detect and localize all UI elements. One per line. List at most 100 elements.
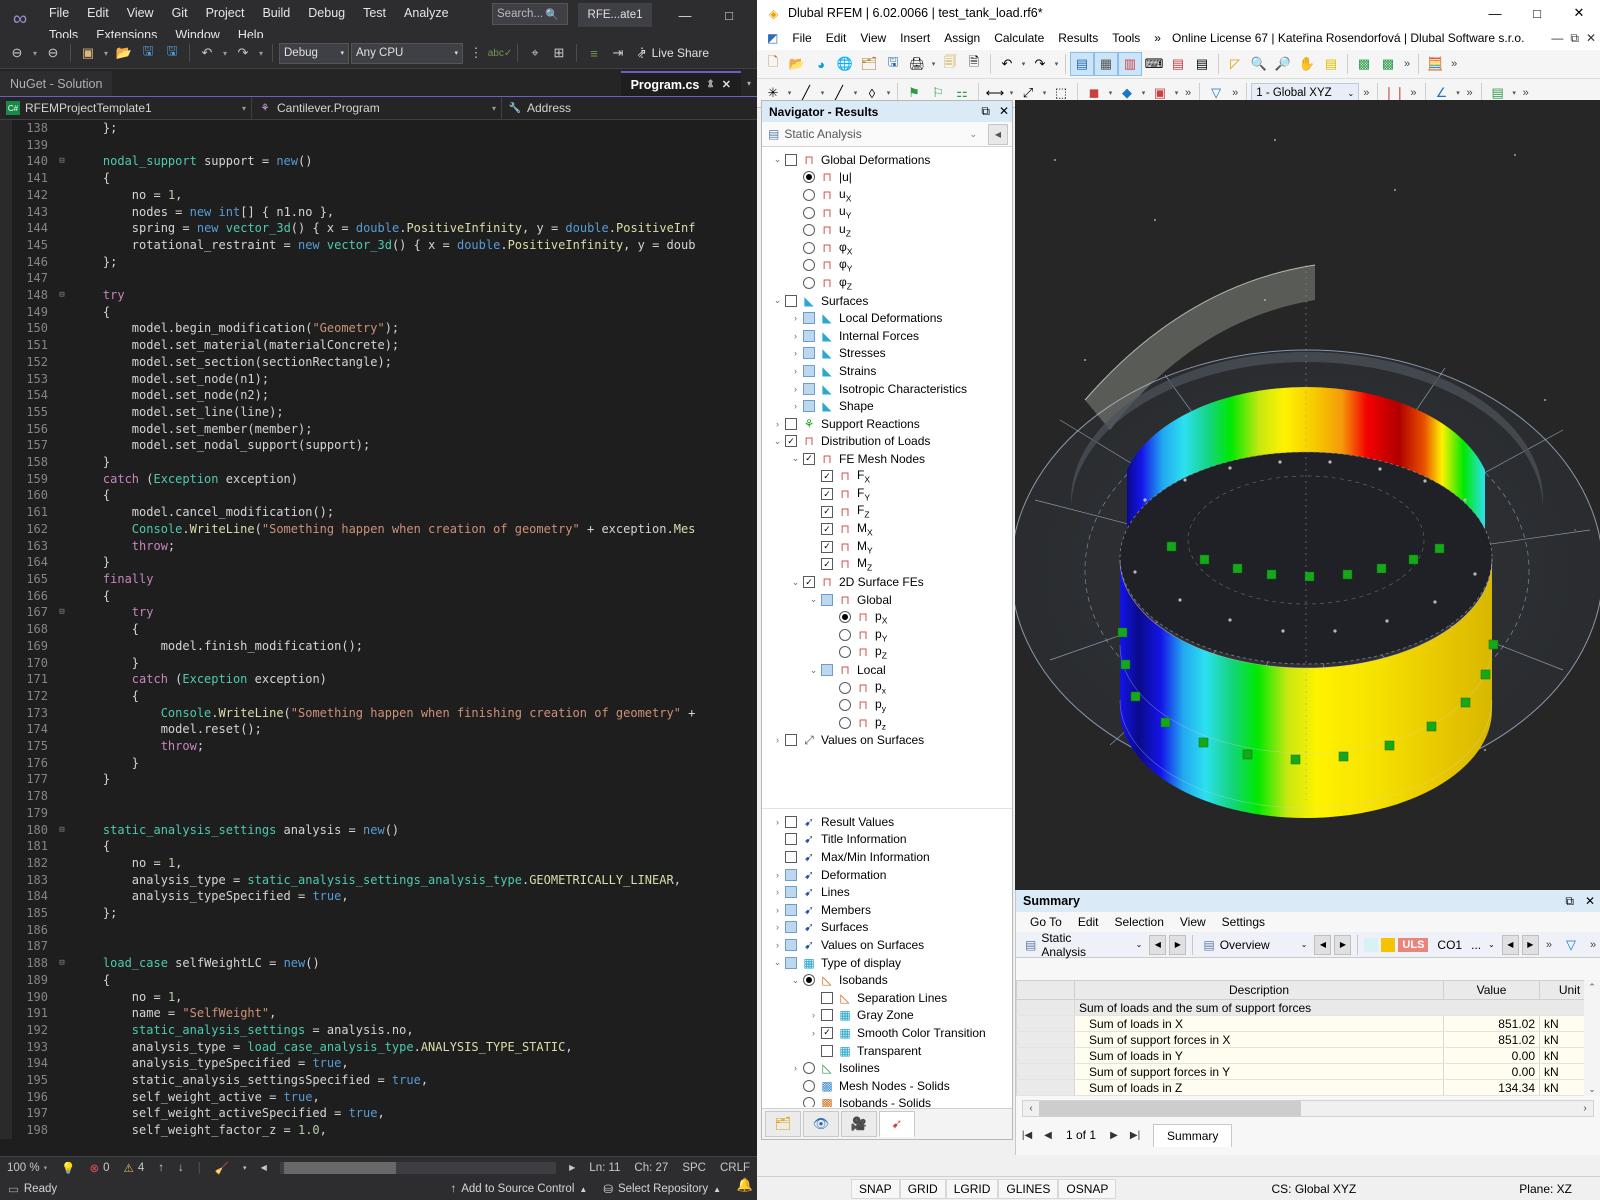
undo-dropdown-icon[interactable]: ▾ [1019,60,1028,68]
navigator-tab-display-icon[interactable]: 👁 [803,1111,839,1137]
summary-analysis-prev[interactable]: ◀ [1149,935,1166,955]
save-all-icon[interactable]: 🖫 [161,42,183,64]
tree-item[interactable]: ›➹Result Values [762,813,1012,831]
chevron-down-icon[interactable]: ⌄ [806,594,821,605]
table-row[interactable]: Sum of support forces in Z134.34kN [1017,1096,1600,1097]
toolbar-overflow-icon[interactable]: » [1447,58,1461,70]
back-dropdown-icon[interactable]: ▾ [30,49,40,58]
toolbar-overflow-icon[interactable]: » [1181,87,1195,99]
chevron-right-icon[interactable]: › [770,870,785,880]
navigator-tab-model-icon[interactable]: 🗂 [765,1111,801,1137]
radio-button[interactable] [803,259,815,271]
hscroll-right-arrow[interactable]: › [1577,1103,1593,1114]
summary-loadcase-next[interactable]: ▶ [1522,935,1539,955]
chevron-right-icon[interactable]: › [770,887,785,897]
rfem-close-button[interactable]: ✕ [1558,0,1600,26]
radio-button[interactable] [839,611,851,623]
code-text[interactable]: }; nodal_support support = new() { no = … [70,120,695,1139]
calculate-icon[interactable]: 🧮 [1423,52,1447,76]
chevron-right-icon[interactable]: › [770,419,785,429]
tree-item[interactable]: ›➹Deformation [762,866,1012,884]
select-element-icon[interactable]: ⌖ [524,42,546,64]
checkbox[interactable]: ✓ [821,1027,833,1039]
vs-project-chip[interactable]: RFE...ate1 [578,3,652,27]
summary-toolbar-overflow-icon[interactable]: » [1542,939,1556,951]
tree-item[interactable]: ⊓pz [762,714,1012,732]
start-debug-icon[interactable]: ⋮ [465,42,487,64]
redo-dropdown-icon[interactable]: ▾ [256,49,266,58]
rfem-menu-overflow-icon[interactable]: » [1147,28,1168,48]
tree-item[interactable]: ⊓py [762,696,1012,714]
toolbar-overflow-icon[interactable]: » [1463,87,1477,99]
scroll-up-arrow[interactable]: ⌃ [1584,980,1600,994]
tree-item[interactable]: ⊓pZ [762,644,1012,662]
radio-button[interactable] [803,277,815,289]
undo-icon[interactable]: ↶ [995,52,1019,76]
status-toggle-glines[interactable]: GLINES [998,1179,1058,1199]
redo-icon[interactable]: ↷ [232,42,254,64]
notifications-bell-icon[interactable]: 🔔 [733,1170,757,1200]
tree-item[interactable]: ⊓φZ [762,274,1012,292]
control-panel-toggle-icon[interactable]: ▥ [1118,52,1142,76]
radio-button[interactable] [839,646,851,658]
radio-button[interactable] [803,242,815,254]
issue-lightbulb-icon[interactable]: 💡 [54,1157,82,1179]
checkbox[interactable] [803,347,815,359]
navigator-prev-button[interactable]: ◀ [988,124,1008,145]
summary-menu-edit[interactable]: Edit [1070,913,1107,931]
checkbox[interactable] [803,330,815,342]
new-model-icon[interactable]: 🗋 [761,52,785,76]
vs-menu-debug[interactable]: Debug [299,2,354,24]
checkbox[interactable] [785,295,797,307]
tree-item[interactable]: ›◣Stresses [762,345,1012,363]
tab-overflow-icon[interactable]: ▾ [741,79,757,88]
document-icon[interactable]: 🗎 [962,52,986,76]
tree-item[interactable]: ◺Separation Lines [762,989,1012,1007]
checkbox[interactable] [803,400,815,412]
chevron-right-icon[interactable]: › [788,331,803,341]
code-fold-gutter[interactable]: ⊟ ⊟ ⊟ ⊟ ⊟ [54,120,70,1139]
surface-load-dropdown-icon[interactable]: ▾ [1172,89,1181,97]
angle-snap-dropdown-icon[interactable]: ▾ [1454,89,1463,97]
rfem-menu-assign[interactable]: Assign [937,28,987,48]
checkbox[interactable]: ✓ [821,506,833,518]
build-platform-select[interactable]: Any CPU▾ [351,43,463,64]
vs-minimize-button[interactable]: — [668,4,702,26]
chevron-down-icon[interactable]: ⌄ [788,975,803,986]
tree-item[interactable]: ▦Transparent [762,1042,1012,1060]
tree-item[interactable]: ⊓φY [762,257,1012,275]
code-cleanup-dropdown-icon[interactable]: ▾ [236,1157,254,1179]
select-repository-button[interactable]: ⛁ Select Repository ▲ [595,1182,729,1196]
display-properties-icon[interactable]: ▤ [1166,52,1190,76]
tree-item[interactable]: ⊓φX [762,239,1012,257]
tree-item[interactable]: ⊓uX [762,186,1012,204]
cloud-icon[interactable]: ◕ [809,52,833,76]
status-toggle-grid[interactable]: GRID [900,1179,946,1199]
line-dropdown-icon[interactable]: ▾ [818,89,827,97]
chevron-down-icon[interactable]: ⌄ [770,436,785,447]
navbar-type-select[interactable]: ⚘ Cantilever.Program ▾ [252,97,502,119]
code-editor[interactable]: 138 139 140 141 142 143 144 145 146 147 … [0,120,757,1156]
tree-item[interactable]: ⌄▦Type of display [762,954,1012,972]
toolbar-overflow-icon[interactable]: » [1519,87,1533,99]
radio-button[interactable] [803,1097,815,1107]
command-line-icon[interactable]: ⌨ [1142,52,1166,76]
checkbox[interactable] [785,869,797,881]
checkbox[interactable] [785,851,797,863]
checkbox[interactable] [803,312,815,324]
mesh-generate-icon[interactable]: ▩ [1352,52,1376,76]
tree-item[interactable]: ›◣Local Deformations [762,309,1012,327]
navbar-member-select[interactable]: 🔧 Address [502,97,757,119]
navigator-results-tree[interactable]: ⌄⊓Global Deformations⊓|u|⊓uX⊓uY⊓uZ⊓φX⊓φY… [762,147,1012,799]
open-file-icon[interactable]: 📂 [113,42,135,64]
summary-menu-view[interactable]: View [1172,913,1214,931]
chevron-right-icon[interactable]: › [770,817,785,827]
summary-menu-settings[interactable]: Settings [1214,913,1273,931]
redo-dropdown-icon[interactable]: ▾ [1052,60,1061,68]
navigator-tab-results-icon[interactable]: ➹ [879,1111,915,1137]
chevron-right-icon[interactable]: › [788,366,803,376]
checkbox[interactable]: ✓ [785,435,797,447]
navigator-float-icon[interactable]: ⧉ [981,104,990,119]
chevron-right-icon[interactable]: › [770,922,785,932]
checkbox[interactable] [785,904,797,916]
